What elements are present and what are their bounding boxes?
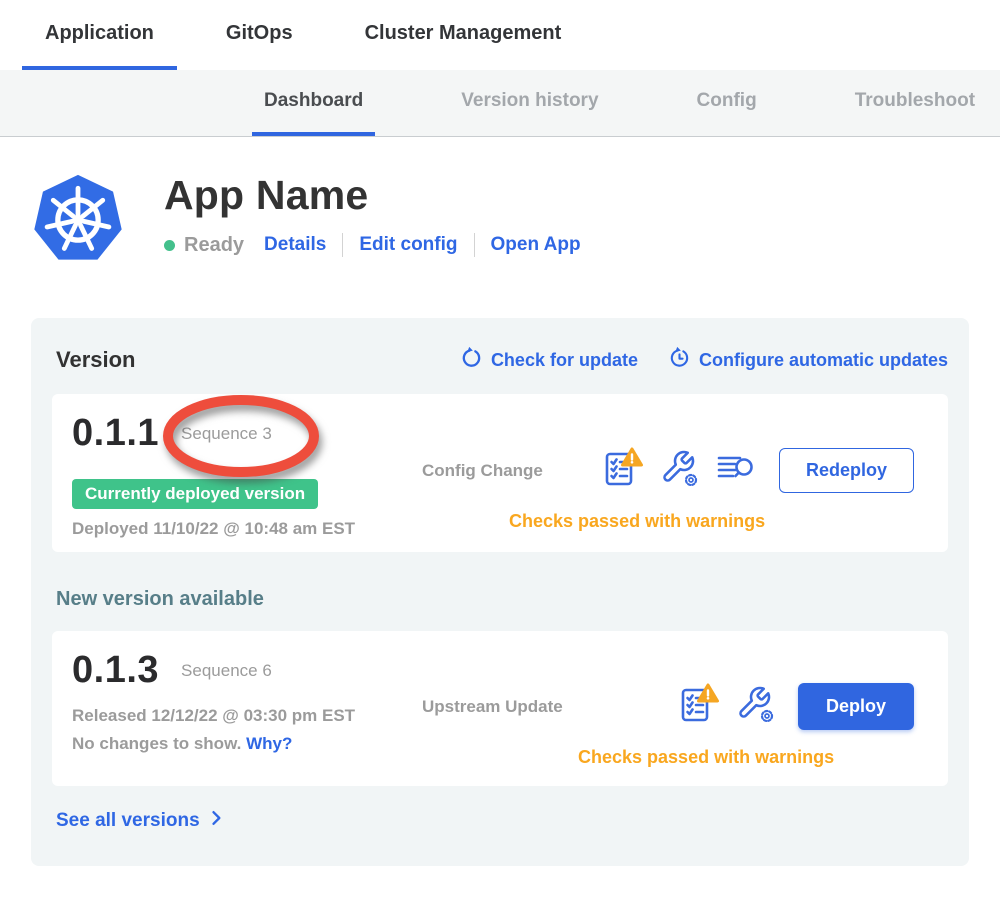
current-checks-status: Checks passed with warnings [509,511,928,532]
clock-refresh-icon [668,346,691,374]
check-for-update-link[interactable]: Check for update [460,346,638,374]
status-text: Ready [184,234,244,257]
configure-automatic-updates-link[interactable]: Configure automatic updates [668,346,948,374]
version-card-title: Version [52,347,135,373]
chevron-right-icon [206,808,226,834]
details-link[interactable]: Details [264,234,326,256]
deployed-timestamp: Deployed 11/10/22 @ 10:48 am EST [72,519,422,539]
tab-config[interactable]: Config [685,70,769,136]
currently-deployed-badge: Currently deployed version [72,479,318,509]
see-all-versions-label: See all versions [56,810,200,832]
edit-config-icon[interactable] [658,446,702,495]
edit-config-link[interactable]: Edit config [359,234,457,256]
edit-config-icon[interactable] [734,682,778,731]
preflight-checks-icon[interactable] [601,446,645,495]
available-version-row: 0.1.3 Sequence 6 Released 12/12/22 @ 03:… [52,631,948,786]
released-timestamp: Released 12/12/22 @ 03:30 pm EST [72,706,422,726]
current-version-number: 0.1.1 [72,412,159,455]
open-app-link[interactable]: Open App [491,234,581,256]
no-changes-text: No changes to show. [72,734,241,753]
divider [342,233,343,257]
why-link[interactable]: Why? [246,734,292,753]
refresh-icon [460,346,483,374]
status-ready-dot [164,240,175,251]
tab-version-history[interactable]: Version history [449,70,610,136]
available-version-number: 0.1.3 [72,649,159,692]
available-checks-status: Checks passed with warnings [578,747,928,768]
see-all-versions-link[interactable]: See all versions [52,808,948,834]
current-version-type: Config Change [422,461,543,481]
check-for-update-label: Check for update [491,350,638,371]
redeploy-button[interactable]: Redeploy [779,448,914,493]
app-header: App Name Ready Details Edit config Open … [30,172,581,273]
current-version-row: 0.1.1 Sequence 3 Currently deployed vers… [52,394,948,552]
top-nav: Application GitOps Cluster Management [0,0,1000,70]
tab-cluster-management[interactable]: Cluster Management [342,0,585,70]
new-version-heading: New version available [52,588,948,611]
version-card: Version Check for update [31,318,969,866]
available-version-type: Upstream Update [422,697,563,717]
tab-troubleshoot[interactable]: Troubleshoot [843,70,987,136]
available-version-sequence: Sequence 6 [181,661,272,681]
tab-gitops[interactable]: GitOps [203,0,316,70]
app-title: App Name [164,172,581,219]
deploy-button[interactable]: Deploy [798,683,914,730]
tab-application[interactable]: Application [22,0,177,70]
view-diff-icon[interactable] [715,446,759,495]
preflight-checks-icon[interactable] [677,682,721,731]
divider [474,233,475,257]
tab-dashboard[interactable]: Dashboard [252,70,375,136]
kubernetes-logo-icon [30,172,126,273]
app-sub-nav: Dashboard Version history Config Trouble… [0,70,1000,137]
configure-automatic-updates-label: Configure automatic updates [699,350,948,371]
current-version-sequence: Sequence 3 [181,424,272,444]
